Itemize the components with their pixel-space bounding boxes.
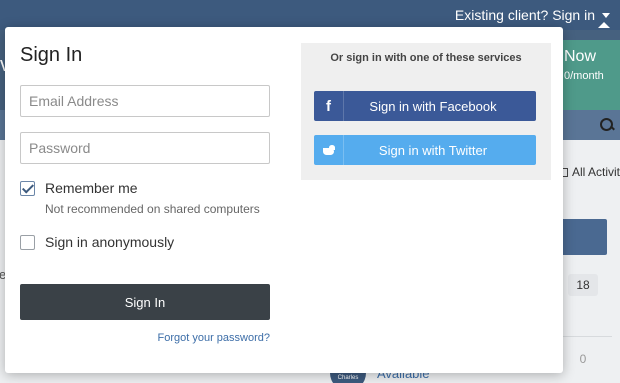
hero-cta-price: 0/month [564,70,604,82]
anonymous-checkbox[interactable] [20,234,35,250]
dropdown-arrow [598,22,610,28]
caret-down-icon [602,13,610,18]
all-activity-label: All Activit [572,165,620,179]
remember-me-hint: Not recommended on shared computers [45,202,260,216]
hero-cta-label: Now [564,48,597,65]
signin-dropdown: Sign In Remember me Not recommended on s… [5,27,563,373]
twitter-icon [314,135,344,165]
reply-count-badge: 18 [568,274,598,296]
signin-title: Sign In [20,44,83,66]
email-field[interactable] [20,85,270,117]
services-title: Or sign in with one of these services [330,52,522,64]
remember-me-row[interactable]: Remember me [20,180,138,196]
facebook-signin-button[interactable]: f Sign in with Facebook [314,91,536,121]
anonymous-row[interactable]: Sign in anonymously [20,234,174,250]
reply-count-badge: 0 [568,348,598,370]
twitter-signin-button[interactable]: Sign in with Twitter [314,135,536,165]
remember-me-checkbox[interactable] [20,180,35,196]
twitter-signin-label: Sign in with Twitter [378,142,488,158]
hero-cta-button[interactable]: Now 0/month [556,40,620,118]
search-icon[interactable] [600,118,614,132]
facebook-icon: f [314,91,344,121]
remember-me-label: Remember me [45,180,138,196]
all-activity-link[interactable]: All Activit [560,165,620,179]
password-field[interactable] [20,132,270,164]
top-bar: Existing client? Sign in [0,0,620,30]
facebook-signin-label: Sign in with Facebook [369,98,497,114]
signin-submit-button[interactable]: Sign In [20,284,270,320]
existing-client-signin-link[interactable]: Existing client? Sign in [455,7,610,23]
forgot-password-link[interactable]: Forgot your password? [20,332,271,344]
social-signin-panel: Or sign in with one of these services f … [301,43,551,180]
avatar-name: Charles [337,375,359,381]
anonymous-label: Sign in anonymously [45,234,175,250]
list-divider [560,336,612,337]
signin-link-label: Existing client? Sign in [454,7,595,23]
